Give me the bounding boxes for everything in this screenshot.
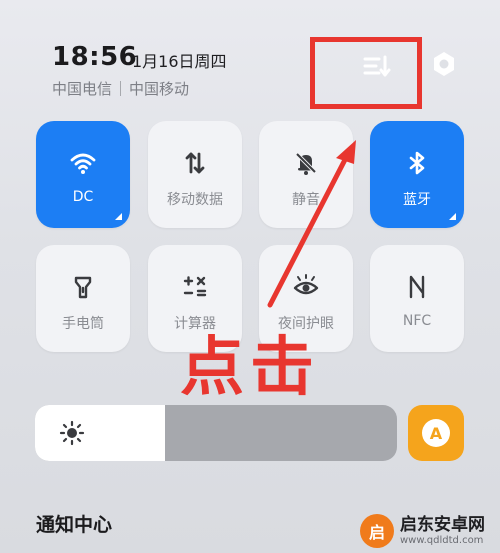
watermark: 启 启东安卓网 www.qdldtd.com: [360, 512, 498, 550]
annotation-text: 点击: [180, 331, 320, 405]
auto-brightness-button[interactable]: A: [408, 405, 464, 461]
brightness-slider[interactable]: [35, 405, 397, 461]
watermark-logo: 启: [360, 514, 394, 548]
notification-center-title: 通知中心: [36, 514, 113, 536]
auto-brightness-icon: A: [422, 419, 450, 447]
annotation-arrow: [267, 140, 356, 308]
watermark-name: 启东安卓网: [400, 515, 485, 535]
watermark-url: www.qdldtd.com: [400, 535, 484, 546]
sun-icon: [59, 420, 85, 446]
brightness-fill: [35, 405, 166, 461]
